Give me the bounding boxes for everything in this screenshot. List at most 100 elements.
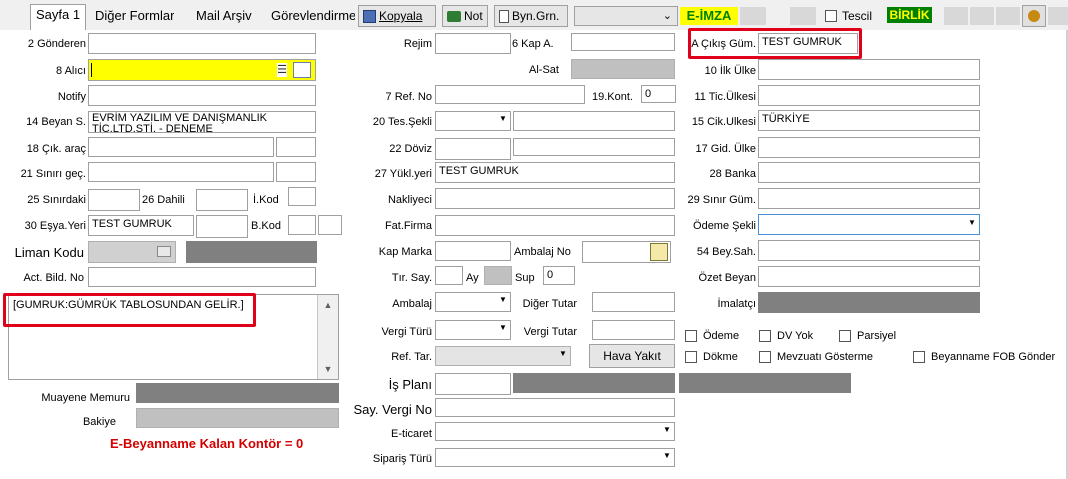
odeme-sekli-select[interactable]: ▼ [758, 214, 980, 235]
beyanname-fob-checkbox[interactable] [913, 351, 925, 363]
gid-ulke-input[interactable] [758, 137, 980, 158]
yukl-yeri-label: 27 Yükl.yeri [374, 168, 432, 180]
b-kod-input[interactable] [288, 215, 316, 235]
liman-kodu-input[interactable] [88, 241, 176, 263]
scroll-up-icon[interactable]: ▲ [319, 296, 337, 314]
toolbar-dropdown[interactable]: ⌄ [574, 6, 678, 26]
odeme-checkbox[interactable] [685, 330, 697, 342]
ambalaj-no-input[interactable] [582, 241, 671, 263]
tir-say-input[interactable] [435, 266, 463, 285]
cik-arac-extra-input[interactable] [276, 137, 316, 157]
bey-sah-input[interactable] [758, 240, 980, 261]
bey-sah-label: 54 Bey.Sah. [696, 246, 756, 258]
rejim-input[interactable] [435, 33, 511, 54]
cik-arac-input[interactable] [88, 137, 274, 157]
byn-grn-button[interactable]: Byn.Grn. [494, 5, 568, 27]
banka-input[interactable] [758, 162, 980, 183]
sinir-gec-label: 21 Sınırı geç. [20, 168, 86, 180]
doviz-desc[interactable] [513, 138, 675, 156]
say-vergi-no-input[interactable] [435, 398, 675, 417]
diger-tutar-input[interactable] [592, 292, 675, 312]
tab-diger-formlar[interactable]: Diğer Formlar [95, 6, 174, 28]
tescil-checkbox[interactable] [825, 10, 837, 22]
ref-tar-select[interactable]: ▼ [435, 346, 571, 366]
notify-input[interactable] [88, 85, 316, 106]
ilk-ulke-input[interactable] [758, 59, 980, 80]
tab-mail-arsiv[interactable]: Mail Arşiv [196, 6, 252, 28]
hava-yakit-button[interactable]: Hava Yakıt [589, 344, 675, 368]
ay-input [484, 266, 512, 285]
form-icon[interactable] [293, 62, 311, 78]
e-ticaret-select[interactable]: ▼ [435, 422, 675, 441]
toolbar-blank-button[interactable] [740, 7, 766, 25]
i-kod-input[interactable] [288, 187, 316, 206]
yukl-yeri-value: TEST GUMRUK [439, 165, 519, 177]
toolbar-blank-button[interactable] [790, 7, 816, 25]
toolbar-blank-button[interactable] [970, 7, 994, 25]
scroll-down-icon[interactable]: ▼ [319, 360, 337, 378]
fat-firma-input[interactable] [435, 215, 675, 236]
liman-kodu-label: Liman Kodu [14, 245, 84, 260]
ref-no-input[interactable] [435, 85, 585, 104]
vergi-turu-label: Vergi Türü [381, 326, 432, 338]
gonderen-input[interactable] [88, 33, 316, 54]
not-button[interactable]: Not [442, 5, 488, 27]
dahili-input[interactable] [196, 189, 248, 211]
tab-sayfa1[interactable]: Sayfa 1 [30, 4, 87, 31]
siparis-turu-select[interactable]: ▼ [435, 448, 675, 467]
not-label: Not [464, 9, 483, 23]
ambalaj-select[interactable]: ▼ [435, 292, 511, 312]
tic-ulkesi-input[interactable] [758, 85, 980, 106]
toolbar-blank-button[interactable] [944, 7, 968, 25]
tescil-label: Tescil [842, 9, 873, 23]
tes-sekli-select[interactable]: ▼ [435, 111, 511, 131]
kont-input[interactable]: 0 [641, 85, 676, 103]
tools-button[interactable] [1022, 5, 1046, 27]
yukl-yeri-input[interactable]: TEST GUMRUK [435, 162, 675, 183]
dokme-label: Dökme [703, 351, 738, 363]
cik-ulkesi-input[interactable]: TÜRKİYE [758, 110, 980, 131]
muayene-memuru-label: Muayene Memuru [41, 392, 130, 404]
tab-gorevlendirme[interactable]: Görevlendirme [271, 6, 355, 28]
kontor-status: E-Beyanname Kalan Kontör = 0 [110, 436, 304, 451]
doviz-label: 22 Döviz [389, 143, 432, 155]
bakiye-label: Bakiye [82, 416, 116, 428]
e-imza-button[interactable]: E-İMZA [680, 7, 738, 25]
esya-yeri-extra-input[interactable] [196, 215, 248, 238]
liman-kodu-desc [186, 241, 317, 263]
esya-yeri-input[interactable]: TEST GUMRUK [88, 215, 194, 236]
nakliyeci-input[interactable] [435, 188, 675, 209]
sinir-gec-input[interactable] [88, 162, 274, 182]
parsiyel-checkbox[interactable] [839, 330, 851, 342]
list-icon[interactable]: ☰ [277, 63, 287, 77]
tir-say-label: Tır. Say. [391, 272, 432, 284]
birlik-button[interactable]: BİRLİK [887, 7, 932, 23]
memo-scrollbar[interactable]: ▲ ▼ [317, 295, 338, 379]
sinirdaki-input[interactable] [88, 189, 140, 211]
act-bild-no-input[interactable] [88, 267, 316, 287]
vergi-tutar-input[interactable] [592, 320, 675, 340]
tes-sekli-desc[interactable] [513, 111, 675, 131]
sinir-gec-extra-input[interactable] [276, 162, 316, 182]
sinir-gum-input[interactable] [758, 188, 980, 209]
alici-input[interactable]: ☰ [88, 59, 316, 81]
chevron-down-icon: ▼ [499, 114, 507, 123]
dv-yok-checkbox[interactable] [759, 330, 771, 342]
mevzuati-gosterme-checkbox[interactable] [759, 351, 771, 363]
dokme-checkbox[interactable] [685, 351, 697, 363]
toolbar-blank-button[interactable] [996, 7, 1020, 25]
b-kod-extra-input[interactable] [318, 215, 342, 235]
kopyala-button[interactable]: Kopyala [358, 5, 436, 27]
sup-input[interactable]: 0 [543, 266, 575, 285]
beyan-s-input[interactable]: EVRİM YAZILIM VE DANIŞMANLIK TİC.LTD.ŞTİ… [88, 111, 316, 133]
plug-icon[interactable] [157, 246, 171, 257]
vergi-turu-select[interactable]: ▼ [435, 320, 511, 340]
ozet-beyan-input[interactable] [758, 266, 980, 287]
kap-a-input[interactable] [571, 33, 675, 51]
sup-value: 0 [547, 269, 554, 281]
is-plani-input[interactable] [435, 373, 511, 395]
toolbar-blank-button[interactable] [1048, 7, 1068, 25]
edit-icon[interactable] [650, 243, 668, 261]
kap-marka-input[interactable] [435, 241, 511, 261]
doviz-input[interactable] [435, 138, 511, 160]
